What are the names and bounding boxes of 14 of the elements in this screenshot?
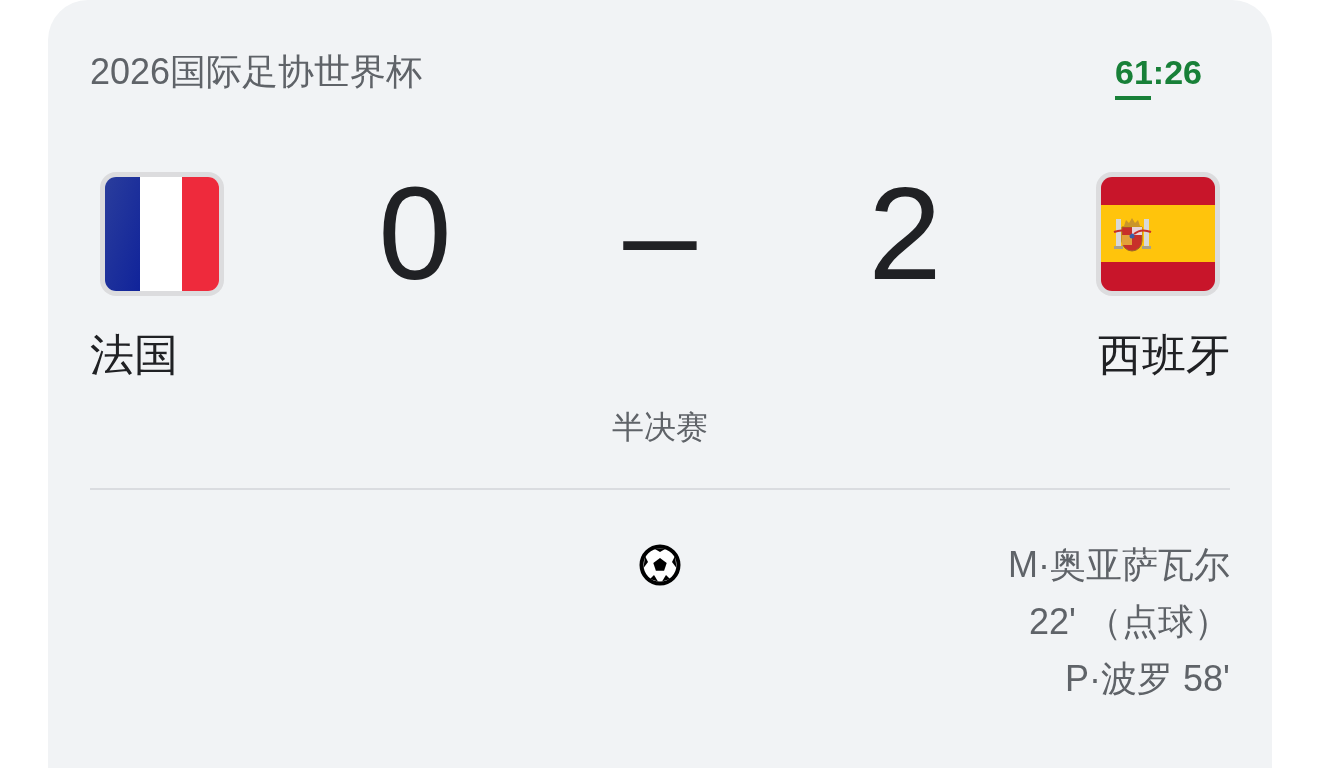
- live-underline: [1115, 96, 1152, 100]
- score-separator: –: [622, 168, 698, 300]
- match-clock: 61:26: [1115, 52, 1202, 92]
- tricolor-flag-icon: [100, 172, 224, 296]
- goal-scorer-text: M·奥亚萨瓦尔 22' （点球）: [1007, 543, 1230, 644]
- home-team-name: 法国: [90, 329, 178, 381]
- away-score: 2: [867, 168, 943, 300]
- home-score: 0: [377, 168, 453, 300]
- soccer-ball-icon: [639, 544, 681, 586]
- goal-scorer-text: P·波罗 58': [1065, 657, 1230, 701]
- competition-title: 2026国际足协世界杯: [90, 50, 423, 94]
- match-stage: 半决赛: [612, 408, 708, 447]
- away-team-name: 西班牙: [1098, 329, 1230, 381]
- striped-flag-icon: [1096, 172, 1220, 296]
